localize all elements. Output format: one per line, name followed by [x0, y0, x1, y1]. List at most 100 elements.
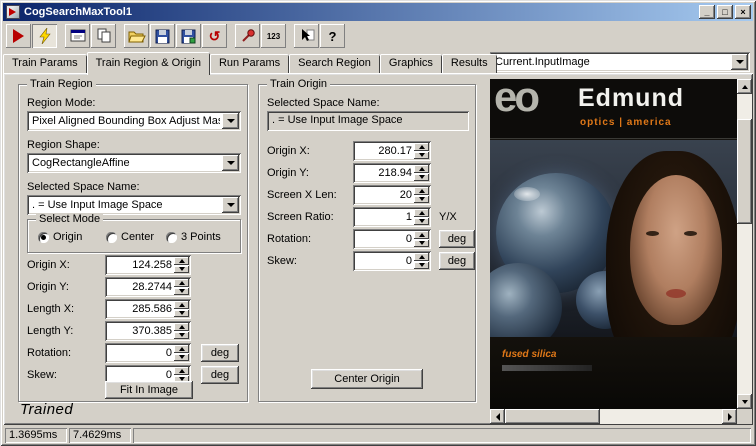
spin-down-button[interactable] [414, 239, 429, 247]
radio-center[interactable]: Center [106, 231, 154, 243]
input-image-display[interactable]: eo Edmund optics | america fused silica [490, 79, 737, 409]
electrode-button[interactable] [235, 24, 260, 48]
spin-down-button[interactable] [174, 265, 189, 273]
spin-down-button[interactable] [414, 195, 429, 203]
dropdown-button[interactable] [222, 155, 239, 171]
length-x-input[interactable] [107, 301, 173, 317]
spin-up-button[interactable] [174, 345, 189, 353]
skew-unit-button[interactable]: deg [201, 366, 239, 384]
spin-down-button[interactable] [414, 173, 429, 181]
reset-button[interactable]: ↺ [202, 24, 227, 48]
rotation-input[interactable] [355, 231, 413, 247]
origin-y-spinner[interactable] [353, 163, 431, 183]
scroll-right-button[interactable] [722, 409, 737, 424]
spin-up-button[interactable] [174, 323, 189, 331]
spin-up-button[interactable] [414, 187, 429, 195]
input-image-selector[interactable]: Current.InputImage [490, 52, 750, 72]
tab-run-params[interactable]: Run Params [209, 54, 290, 73]
scroll-up-button[interactable] [737, 79, 752, 94]
spin-down-button[interactable] [414, 151, 429, 159]
rotation-unit-button[interactable]: deg [201, 344, 239, 362]
screen-x-len-spinner[interactable] [353, 185, 431, 205]
spin-down-button[interactable] [174, 353, 189, 361]
center-origin-button[interactable]: Center Origin [311, 369, 423, 389]
spin-down-button[interactable] [174, 331, 189, 339]
copy-button[interactable] [91, 24, 116, 48]
dropdown-button[interactable] [731, 54, 748, 70]
origin-x-input[interactable] [355, 143, 413, 159]
screen-ratio-spinner[interactable] [353, 207, 431, 227]
spin-down-button[interactable] [414, 217, 429, 225]
open-button[interactable] [124, 24, 149, 48]
minimize-button[interactable]: _ [699, 5, 715, 19]
rotation-input[interactable] [107, 345, 173, 361]
maximize-button[interactable]: □ [717, 5, 733, 19]
screen-ratio-input[interactable] [355, 209, 413, 225]
train-origin-group: Train Origin Selected Space Name: . = Us… [258, 78, 476, 402]
help-button[interactable]: ? [320, 24, 345, 48]
screen-x-len-input[interactable] [355, 187, 413, 203]
scroll-left-button[interactable] [490, 409, 505, 424]
tab-train-region-origin[interactable]: Train Region & Origin [86, 52, 210, 75]
spin-down-button[interactable] [414, 261, 429, 269]
radio-3points[interactable]: 3 Points [166, 231, 221, 243]
spin-up-button[interactable] [414, 143, 429, 151]
origin-y-input[interactable] [107, 279, 173, 295]
vertical-scrollbar[interactable] [737, 79, 752, 409]
spin-up-button[interactable] [414, 209, 429, 217]
spin-up-button[interactable] [174, 367, 189, 375]
region-mode-combo[interactable]: Pixel Aligned Bounding Box Adjust Mask [27, 111, 241, 131]
spin-up-button[interactable] [174, 257, 189, 265]
origin-x-spinner[interactable] [353, 141, 431, 161]
vertical-scroll-thumb[interactable] [737, 119, 752, 224]
radio-origin[interactable]: Origin [38, 231, 82, 243]
origin-y-input[interactable] [355, 165, 413, 181]
rotation-spinner[interactable] [353, 229, 431, 249]
dropdown-button[interactable] [222, 113, 239, 129]
spin-up-button[interactable] [414, 253, 429, 261]
train-origin-title: Train Origin [267, 78, 331, 91]
length-x-spinner[interactable] [105, 299, 191, 319]
scrollbar-corner [737, 409, 752, 424]
selected-space-label: Selected Space Name: [27, 181, 140, 193]
tab-search-region[interactable]: Search Region [289, 54, 380, 73]
region-shape-value: CogRectangleAffine [32, 157, 130, 169]
skew-unit-button[interactable]: deg [439, 252, 475, 270]
skew-input[interactable] [355, 253, 413, 269]
chevron-down-icon [226, 161, 235, 165]
spin-up-button[interactable] [174, 301, 189, 309]
save-button[interactable] [150, 24, 175, 48]
horizontal-scroll-thumb[interactable] [505, 409, 600, 424]
origin-x-input[interactable] [107, 257, 173, 273]
dropdown-button[interactable] [222, 197, 239, 213]
save-image-button[interactable] [176, 24, 201, 48]
skew-spinner[interactable] [353, 251, 431, 271]
tab-results[interactable]: Results [441, 54, 497, 73]
precision-button[interactable]: 123 [261, 24, 286, 48]
close-button[interactable]: × [735, 5, 751, 19]
horizontal-scrollbar[interactable] [490, 409, 737, 424]
origin-y-spinner[interactable] [105, 277, 191, 297]
spin-down-button[interactable] [174, 287, 189, 295]
rotation-spinner[interactable] [105, 343, 191, 363]
spin-down-button[interactable] [174, 309, 189, 317]
context-help-button[interactable] [294, 24, 319, 48]
length-y-input[interactable] [107, 323, 173, 339]
tab-train-params[interactable]: Train Params [3, 54, 87, 73]
selected-space-combo[interactable]: . = Use Input Image Space [27, 195, 241, 215]
run-button[interactable] [6, 24, 31, 48]
rotation-unit-button[interactable]: deg [439, 230, 475, 248]
origin-x-spinner[interactable] [105, 255, 191, 275]
region-shape-combo[interactable]: CogRectangleAffine [27, 153, 241, 173]
scroll-down-button[interactable] [737, 394, 752, 409]
spin-up-button[interactable] [414, 231, 429, 239]
tab-graphics[interactable]: Graphics [379, 54, 442, 73]
image-display-button[interactable] [65, 24, 90, 48]
fit-in-image-button[interactable]: Fit In Image [105, 381, 193, 399]
trained-status-label: Trained [20, 401, 74, 418]
train-button[interactable] [32, 24, 57, 48]
title-bar[interactable]: CogSearchMaxTool1 _ □ × [3, 3, 753, 21]
spin-up-button[interactable] [414, 165, 429, 173]
length-y-spinner[interactable] [105, 321, 191, 341]
spin-up-button[interactable] [174, 279, 189, 287]
